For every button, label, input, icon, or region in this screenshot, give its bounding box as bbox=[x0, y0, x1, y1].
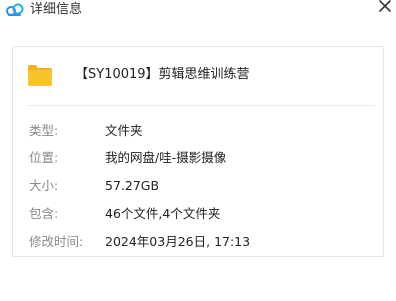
title-bar: 详细信息 bbox=[0, 0, 396, 26]
close-icon[interactable] bbox=[376, 0, 394, 15]
cloud-icon bbox=[6, 3, 24, 16]
detail-label: 位置: bbox=[29, 150, 59, 165]
window-title: 详细信息 bbox=[30, 2, 83, 17]
detail-row-size: 大小: 57.27GB bbox=[29, 177, 379, 195]
details-card: 【SY10019】剪辑思维训练营 类型: 文件夹 位置: 我的网盘/哇-摄影摄像… bbox=[12, 46, 384, 257]
detail-row-location: 位置: 我的网盘/哇-摄影摄像 bbox=[29, 149, 379, 167]
detail-label: 包含: bbox=[29, 206, 59, 221]
detail-row-modified: 修改时间: 2024年03月26日, 17:13 bbox=[29, 233, 379, 251]
detail-label: 修改时间: bbox=[29, 234, 84, 249]
detail-value: 57.27GB bbox=[105, 178, 160, 193]
detail-value: 我的网盘/哇-摄影摄像 bbox=[105, 150, 227, 165]
detail-row-contains: 包含: 46个文件,4个文件夹 bbox=[29, 205, 379, 223]
detail-value: 46个文件,4个文件夹 bbox=[105, 206, 221, 221]
detail-row-type: 类型: 文件夹 bbox=[29, 122, 379, 140]
detail-label: 类型: bbox=[29, 123, 59, 138]
folder-icon bbox=[28, 65, 52, 86]
details-window: 详细信息 【SY10019】剪辑思维训练营 类型: 文件夹 位置: 我的网盘/哇… bbox=[0, 0, 396, 301]
detail-value: 文件夹 bbox=[105, 123, 143, 138]
file-name: 【SY10019】剪辑思维训练营 bbox=[75, 67, 250, 82]
detail-label: 大小: bbox=[29, 178, 59, 193]
detail-value: 2024年03月26日, 17:13 bbox=[105, 234, 251, 249]
divider bbox=[27, 105, 375, 106]
